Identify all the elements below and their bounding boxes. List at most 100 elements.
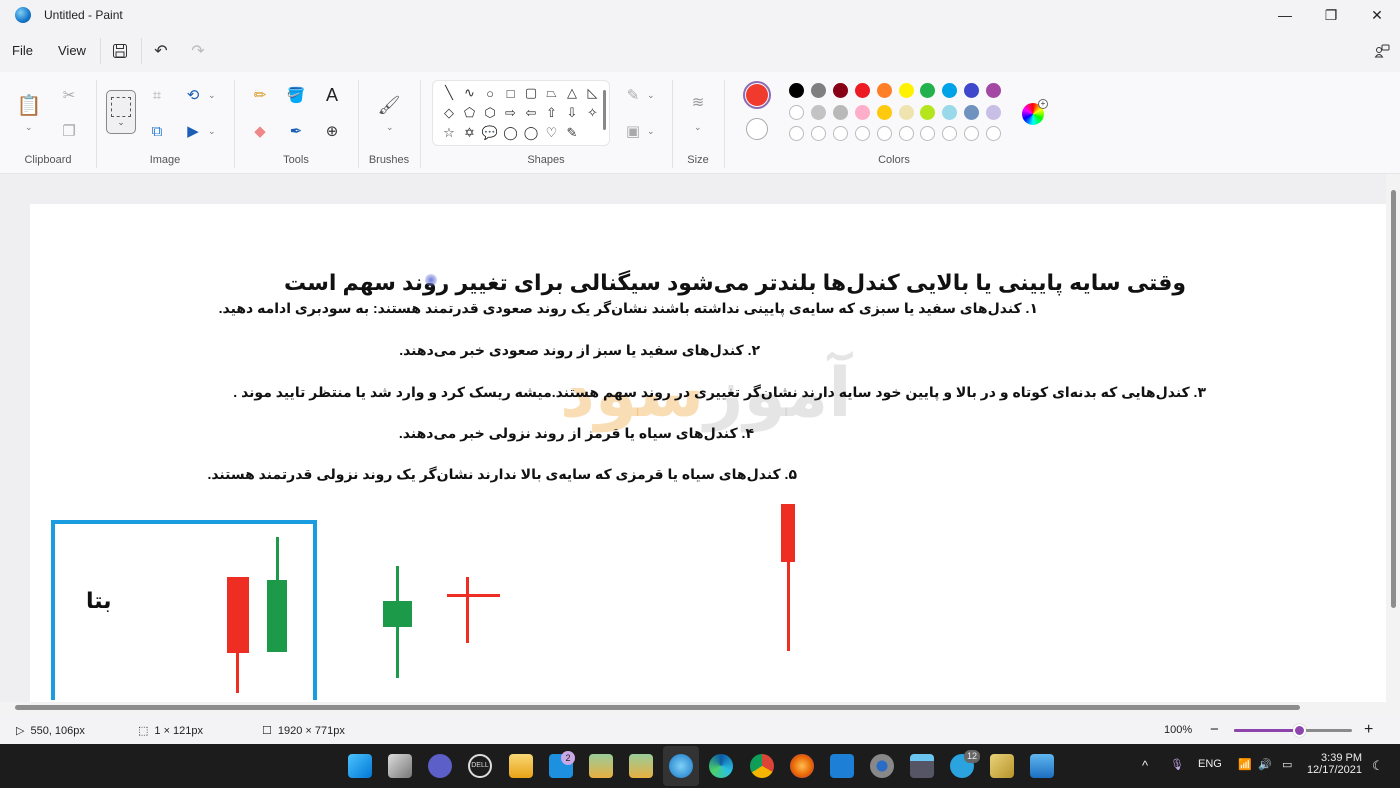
zoom-out-button[interactable]: −	[1210, 721, 1219, 738]
shape-option[interactable]: ☆	[441, 125, 457, 141]
save-icon[interactable]	[109, 40, 131, 62]
color-swatch[interactable]	[789, 83, 804, 98]
drawing-canvas[interactable]: وقتی سایه پایینی یا بالایی کندل‌ها بلندت…	[30, 204, 1386, 702]
language-indicator[interactable]: ENG	[1198, 758, 1222, 770]
shape-option[interactable]: ◯	[523, 125, 539, 141]
volume-icon[interactable]: 🔊	[1258, 758, 1272, 771]
paste-icon[interactable]: 📋	[17, 92, 42, 118]
crop-icon[interactable]: ⌗	[146, 84, 168, 106]
custom-color-slot[interactable]	[876, 126, 892, 141]
zoom-slider[interactable]	[1234, 724, 1352, 737]
color-swatch[interactable]	[964, 104, 980, 120]
shape-option[interactable]: ∿	[462, 85, 478, 101]
app-icon[interactable]	[629, 754, 653, 778]
wifi-icon[interactable]: 📶	[1238, 758, 1252, 771]
custom-color-slot[interactable]	[832, 126, 848, 141]
firefox-icon[interactable]	[790, 754, 814, 778]
color-swatch[interactable]	[986, 104, 1002, 120]
shape-option[interactable]: ✡	[462, 125, 478, 141]
shape-option[interactable]: ⇧	[544, 105, 560, 121]
shape-option[interactable]: 💬	[482, 125, 498, 141]
zoom-in-button[interactable]: +	[1364, 721, 1373, 739]
custom-color-slot[interactable]	[942, 126, 958, 141]
select-tool-button[interactable]: ⌄	[106, 90, 136, 134]
microphone-icon[interactable]: 🎙	[1170, 758, 1184, 771]
horizontal-scrollbar[interactable]	[15, 705, 1300, 710]
chrome-icon[interactable]	[750, 754, 774, 778]
color-swatch[interactable]	[854, 83, 870, 98]
tray-overflow-icon[interactable]: ^	[1142, 758, 1148, 773]
secondary-color-button[interactable]	[746, 118, 768, 140]
brush-icon[interactable]: 🖌	[378, 92, 401, 118]
app-icon[interactable]	[990, 754, 1014, 778]
app-icon[interactable]	[589, 754, 613, 778]
custom-color-slot[interactable]	[986, 126, 1002, 141]
color-swatch[interactable]	[942, 83, 958, 98]
color-swatch[interactable]	[898, 83, 914, 98]
color-swatch[interactable]	[942, 104, 958, 120]
custom-color-slot[interactable]	[964, 126, 980, 141]
chevron-down-icon[interactable]: ⌄	[208, 90, 216, 101]
color-swatch[interactable]	[920, 83, 936, 98]
color-swatch[interactable]	[876, 83, 892, 98]
fill-bucket-icon[interactable]: 🪣	[285, 84, 307, 106]
dell-icon[interactable]: DELL	[468, 754, 492, 778]
settings-icon[interactable]	[870, 754, 894, 778]
color-swatch[interactable]	[789, 104, 804, 120]
shape-option[interactable]: ▢	[523, 85, 539, 101]
chevron-down-icon[interactable]: ⌄	[208, 126, 216, 137]
shape-option[interactable]: ○	[482, 85, 498, 101]
chevron-down-icon[interactable]: ⌄	[694, 122, 702, 133]
color-swatch[interactable]	[810, 83, 826, 98]
shape-option[interactable]: ◯	[503, 125, 519, 141]
photos-icon[interactable]	[1030, 754, 1054, 778]
undo-icon[interactable]: ↶	[150, 40, 172, 62]
shape-option[interactable]: □	[503, 85, 519, 101]
color-swatch[interactable]	[810, 104, 826, 120]
zoom-slider-thumb[interactable]	[1292, 724, 1306, 737]
chevron-down-icon[interactable]: ⌄	[647, 126, 655, 137]
color-swatch[interactable]	[832, 104, 848, 120]
custom-color-slot[interactable]	[920, 126, 936, 141]
text-icon[interactable]: A	[321, 84, 343, 106]
calculator-icon[interactable]	[910, 754, 934, 778]
restore-button[interactable]: ❐	[1308, 0, 1354, 30]
edge-icon[interactable]	[709, 754, 733, 778]
minimize-button[interactable]: —	[1262, 0, 1308, 30]
close-button[interactable]: ✕	[1354, 0, 1400, 30]
shape-option[interactable]: ╲	[441, 85, 457, 101]
custom-color-slot[interactable]	[810, 126, 826, 141]
shape-option[interactable]: ⇦	[523, 105, 539, 121]
cut-icon[interactable]: ✂	[58, 84, 80, 106]
pencil-icon[interactable]: ✏	[249, 84, 271, 106]
paint-taskbar-icon[interactable]	[669, 754, 693, 778]
color-swatch[interactable]	[854, 104, 870, 120]
color-swatch[interactable]	[832, 83, 848, 98]
outline-icon[interactable]: ✎	[622, 84, 644, 106]
vertical-scrollbar[interactable]	[1391, 190, 1396, 608]
copy-icon[interactable]: ❐	[58, 120, 80, 142]
shape-option[interactable]: ⏢	[544, 85, 560, 101]
teams-chat-icon[interactable]	[428, 754, 452, 778]
size-icon[interactable]: ≋	[685, 92, 711, 112]
fill-icon[interactable]: ▣	[622, 120, 644, 142]
task-view-icon[interactable]	[388, 754, 412, 778]
menu-file[interactable]: File	[12, 43, 33, 58]
battery-icon[interactable]: ▭	[1282, 758, 1292, 771]
custom-color-slot[interactable]	[789, 126, 804, 141]
redo-icon[interactable]: ↷	[187, 40, 209, 62]
custom-color-slot[interactable]	[898, 126, 914, 141]
app-icon[interactable]	[830, 754, 854, 778]
shape-option[interactable]: ◺	[585, 85, 601, 101]
color-swatch[interactable]	[898, 104, 914, 120]
shape-option[interactable]: ⬠	[462, 105, 478, 121]
rotate-icon[interactable]: ⟲	[182, 84, 204, 106]
chevron-down-icon[interactable]: ⌄	[25, 122, 33, 133]
color-picker-icon[interactable]: ✒	[285, 120, 307, 142]
shape-option[interactable]: ⬡	[482, 105, 498, 121]
shape-option[interactable]: ⇨	[503, 105, 519, 121]
color-swatch[interactable]	[964, 83, 980, 98]
custom-color-slot[interactable]	[854, 126, 870, 141]
shape-option[interactable]: ◇	[441, 105, 457, 121]
color-swatch[interactable]	[986, 83, 1002, 98]
